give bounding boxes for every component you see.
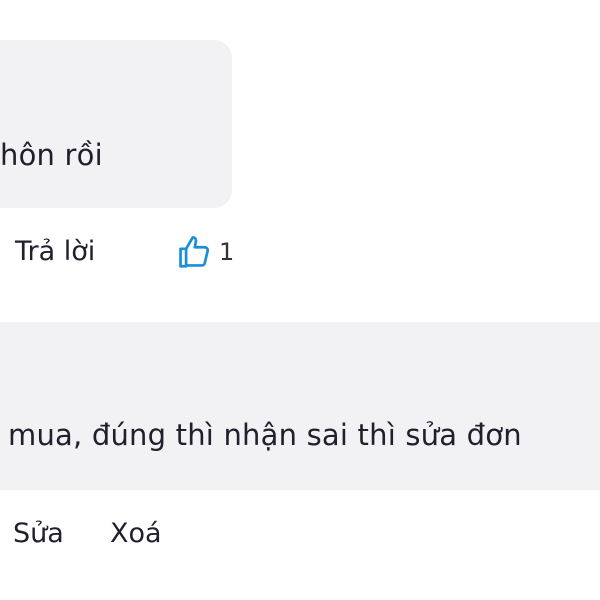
comment-bubble: mua, đúng thì nhận sai thì sửa đơn <box>0 322 600 490</box>
comment-thread: hôn rồi Trả lời 1 mua, đúng thì nhận sai… <box>0 0 600 600</box>
comment-text: hôn rồi <box>0 138 103 172</box>
like-count: 1 <box>219 238 235 266</box>
comment-actions: Trả lời 1 <box>0 228 600 274</box>
delete-button[interactable]: Xoá <box>110 518 162 550</box>
reply-button[interactable]: Trả lời <box>15 236 95 268</box>
edit-button[interactable]: Sửa <box>13 518 64 550</box>
thumbs-up-icon <box>175 233 213 271</box>
comment-bubble <box>0 40 232 208</box>
like-button[interactable]: 1 <box>175 232 234 272</box>
comment-text: mua, đúng thì nhận sai thì sửa đơn <box>8 418 522 452</box>
comment-actions: Sửa Xoá <box>0 510 600 556</box>
